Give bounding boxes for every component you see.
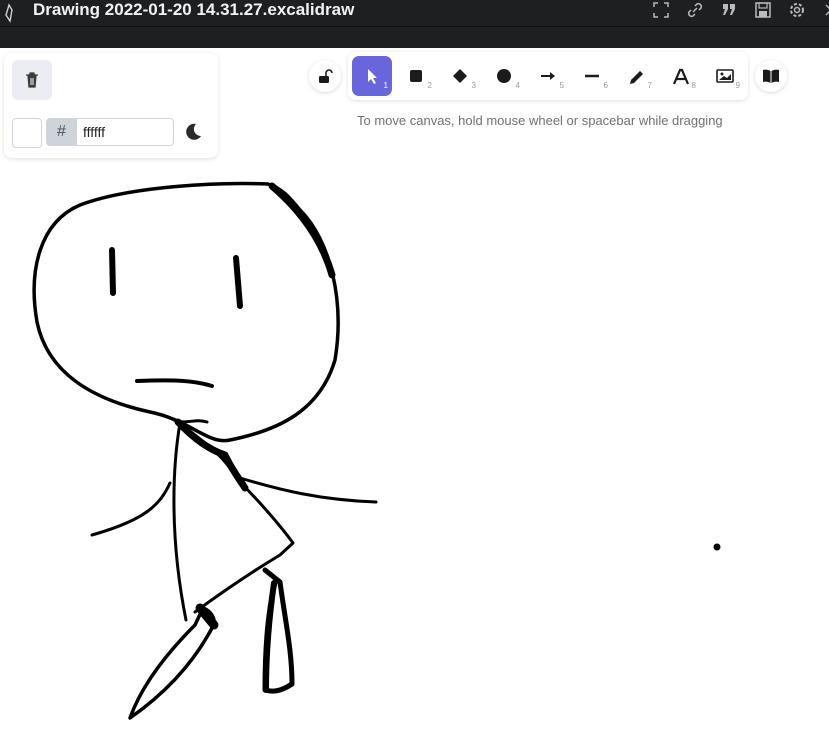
body-stroke: [174, 418, 249, 492]
unlock-icon: [319, 69, 333, 83]
color-hex-input[interactable]: [76, 118, 174, 146]
tool-key: 9: [735, 81, 740, 90]
head-shading: [268, 182, 336, 279]
window-title: Drawing 2022-01-20 14.31.27.excalidraw: [33, 0, 355, 19]
link-icon[interactable]: [682, 0, 716, 20]
library-button[interactable]: [755, 60, 787, 92]
tab-strip: [0, 26, 829, 48]
pointer-icon: [368, 69, 377, 84]
dot: [713, 543, 721, 551]
save-icon[interactable]: [750, 0, 784, 20]
canvas-hint: To move canvas, hold mouse wheel or spac…: [357, 113, 723, 128]
tool-key: 1: [383, 81, 388, 90]
close-icon[interactable]: [818, 0, 829, 20]
tool-text[interactable]: 8: [660, 56, 700, 96]
diamond-icon: [453, 69, 467, 83]
arrow-icon: [541, 72, 555, 80]
settings-icon[interactable]: [784, 0, 818, 20]
color-swatch[interactable]: [12, 118, 42, 148]
tool-draw[interactable]: 7: [616, 56, 656, 96]
fullscreen-icon[interactable]: [648, 0, 682, 20]
book-icon: [763, 69, 779, 83]
body-left: [172, 421, 188, 622]
tool-ellipse[interactable]: 4: [484, 56, 524, 96]
tool-rectangle[interactable]: 2: [396, 56, 436, 96]
quote-icon[interactable]: [716, 0, 750, 20]
delete-button[interactable]: [12, 60, 52, 100]
left-leg-shade: [195, 603, 219, 630]
right-arm: [238, 476, 378, 504]
tool-arrow[interactable]: 5: [528, 56, 568, 96]
circle-icon: [497, 69, 511, 83]
tool-key: 5: [559, 81, 564, 90]
tool-key: 7: [647, 81, 652, 90]
tool-key: 6: [603, 81, 608, 90]
left-leg: [128, 606, 216, 720]
tool-image[interactable]: 9: [704, 56, 744, 96]
moon-icon[interactable]: [182, 121, 204, 143]
head-outline: [32, 181, 340, 443]
line-icon: [585, 74, 599, 78]
tool-key: 8: [691, 81, 696, 90]
square-icon: [410, 70, 422, 82]
tool-key: 3: [471, 81, 476, 90]
tool-key: 4: [515, 81, 520, 90]
title-actions: [648, 0, 829, 20]
pencil-icon: [630, 71, 643, 84]
title-bar: Drawing 2022-01-20 14.31.27.excalidraw: [0, 0, 829, 26]
tool-selection[interactable]: 1: [352, 56, 392, 96]
left-eye: [109, 247, 116, 296]
tool-line[interactable]: 6: [572, 56, 612, 96]
tool-key: 2: [427, 81, 432, 90]
left-arm: [90, 481, 172, 537]
color-hash-label: #: [46, 118, 77, 146]
trash-icon: [26, 72, 38, 88]
shape-toolbar: 1 2 3 4 5 6 7 8 9: [348, 52, 748, 100]
text-icon: [672, 68, 690, 85]
properties-panel: #: [4, 53, 218, 158]
tool-diamond[interactable]: 3: [440, 56, 480, 96]
right-leg-shade: [263, 580, 277, 693]
right-eye: [233, 255, 243, 309]
image-icon: [716, 69, 734, 83]
mouth: [135, 378, 214, 388]
lock-button[interactable]: [309, 60, 341, 92]
obsidian-logo-icon: [5, 3, 13, 23]
